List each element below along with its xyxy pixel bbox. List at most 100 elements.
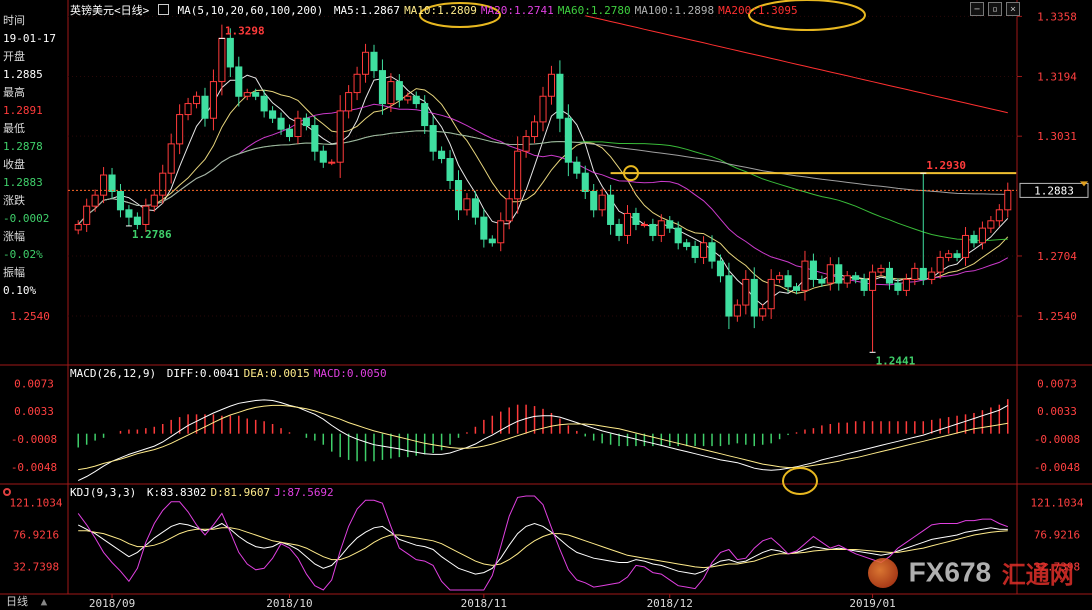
info-value: -0.02% <box>3 248 43 261</box>
candle-body <box>539 95 547 123</box>
candle-body <box>488 238 496 244</box>
candle-body <box>243 92 251 97</box>
chart-header: 英镑美元<日线> MA(5,10,20,60,100,200) MA5:1.28… <box>70 2 798 18</box>
restore-icon[interactable]: ▫ <box>988 2 1002 16</box>
kdj-header: KDJ(9,3,3) K:83.8302 D:81.9607 J:87.5692 <box>70 486 334 499</box>
macd-value-dea: DEA:0.0015 <box>243 367 310 380</box>
info-value: 0.10% <box>3 284 37 297</box>
price-tick-label: 1.3358 <box>1037 10 1077 23</box>
candle-body <box>83 205 91 225</box>
ma-value-ma20: MA20:1.2741 <box>480 4 554 17</box>
candle-body <box>978 227 986 244</box>
candle-body <box>319 150 327 163</box>
candle-body <box>852 275 860 280</box>
candle-body <box>936 256 944 273</box>
candle-body <box>100 174 108 196</box>
ma100-line <box>77 130 1008 225</box>
kdj-value-j: J:87.5692 <box>274 486 334 499</box>
candle-body <box>716 260 725 277</box>
candle-body <box>767 278 775 310</box>
candle-body <box>505 198 513 222</box>
candle-body <box>404 95 412 101</box>
candle-body <box>497 220 505 244</box>
info-label: 涨跌 <box>3 194 25 207</box>
macd-tick-label-right: 0.0033 <box>1037 405 1077 418</box>
ma-value-ma100: MA100:1.2898 <box>634 4 715 17</box>
time-label: 2018/12 <box>647 597 693 610</box>
candle-body <box>911 267 919 280</box>
candle-body <box>869 271 877 291</box>
candle-body <box>759 308 767 317</box>
ma60-line <box>77 130 1008 242</box>
candle-body <box>615 223 623 236</box>
info-value: 19-01-17 <box>3 32 56 45</box>
macd-tick-label-left: 0.0073 <box>14 377 54 390</box>
candle-body <box>801 260 809 291</box>
candle-body <box>632 212 640 225</box>
time-label: 2018/11 <box>461 597 507 610</box>
extreme-label: 1.3298 <box>225 24 265 37</box>
macd-tick-label-left: 0.0033 <box>14 405 54 418</box>
macd-tick-label-left: -0.0048 <box>11 461 57 474</box>
candle-body <box>387 81 395 105</box>
kdj-gear-icon[interactable] <box>3 488 11 496</box>
candle-body <box>184 103 192 116</box>
candle-body <box>74 223 82 231</box>
candle-body <box>590 190 598 211</box>
candle-body <box>750 278 758 317</box>
candle-body <box>269 110 277 119</box>
extreme-label: 1.2786 <box>132 228 172 241</box>
macd-value-macd: MACD:0.0050 <box>313 367 387 380</box>
candle-body <box>835 264 843 284</box>
candle-body <box>995 209 1003 222</box>
candle-body <box>353 73 361 94</box>
period-tab-label: 日线 <box>6 595 28 608</box>
macd-panel <box>77 399 1009 482</box>
candle-body <box>260 95 268 112</box>
candle-body <box>1004 189 1012 211</box>
info-label: 最低 <box>3 122 25 135</box>
candle-body <box>945 253 953 258</box>
candle-body <box>784 275 792 288</box>
price-tick-label: 1.3194 <box>1037 70 1077 83</box>
candle-body <box>700 242 708 258</box>
macd-tick-label-right: -0.0008 <box>1034 433 1080 446</box>
price-tick-label: 1.2540 <box>1037 310 1077 323</box>
macd-tick-label-left: -0.0008 <box>11 433 57 446</box>
info-value: 1.2885 <box>3 68 43 81</box>
candle-body <box>421 103 429 127</box>
highlight-overlay <box>419 0 866 495</box>
candle-body <box>125 209 133 218</box>
extreme-label: 1.2441 <box>876 354 916 367</box>
macd-header: MACD(26,12,9) DIFF:0.0041 DEA:0.0015 MACD:… <box>70 367 387 380</box>
candle-body <box>556 73 564 119</box>
ma-label: MA(5,10,20,60,100,200) <box>177 4 324 17</box>
info-label: 开盘 <box>3 50 25 63</box>
kdj-tick-label-right: 76.9216 <box>1034 528 1080 541</box>
candle-body <box>252 92 260 97</box>
candle-body <box>657 220 665 236</box>
watermark-logo-icon <box>868 557 898 588</box>
kdj-tick-label-left: 32.7398 <box>13 560 59 573</box>
candle-body <box>480 216 488 240</box>
axis-labels: 1.3358 1.3194 1.3031 1.2704 1.2540 1.2540 0.00… <box>10 10 1084 610</box>
candle-body <box>522 136 530 152</box>
candle-body <box>792 286 801 291</box>
candle-body <box>573 161 581 174</box>
candle-body <box>370 51 378 72</box>
candle-body <box>192 95 201 105</box>
candle-body <box>142 205 150 225</box>
candle-body <box>674 227 682 244</box>
candle-body <box>708 242 716 262</box>
candlestick-series <box>74 24 1012 353</box>
candle-body <box>378 70 386 105</box>
info-label: 涨幅 <box>3 230 25 243</box>
macd-values: DIFF:0.0041 DEA:0.0015 MACD:0.0050 <box>163 367 387 380</box>
close-icon[interactable]: × <box>1006 2 1020 16</box>
minimize-icon[interactable]: − <box>970 2 984 16</box>
period-tab[interactable]: 日线 ▲ <box>0 594 70 610</box>
candle-body <box>826 264 834 284</box>
ma-value-ma5: MA5:1.2867 <box>333 4 401 17</box>
candle-body <box>108 174 116 192</box>
candle-body <box>919 267 927 280</box>
